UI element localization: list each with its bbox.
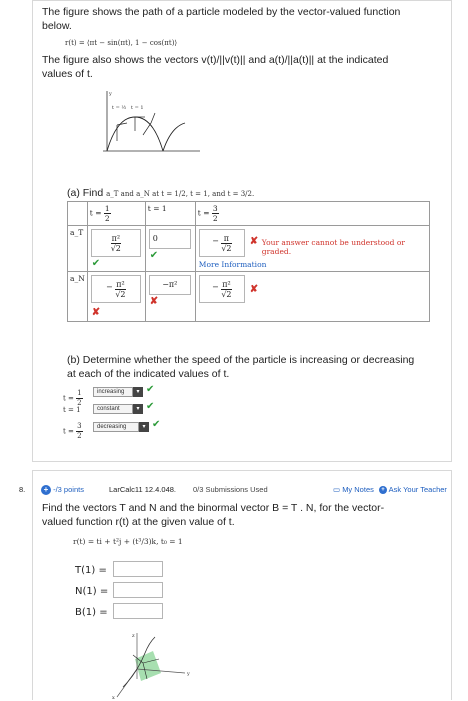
header-t-three-halves: t = 32 (194, 201, 430, 226)
answer-input-aT-half[interactable]: π² √2 (90, 229, 141, 257)
correct-check-icon: ✔ (146, 384, 155, 395)
question-card-7: The figure shows the path of a particle … (32, 0, 452, 462)
correct-check-icon: ✔ (91, 258, 101, 269)
header-t-half: t = 12 (86, 201, 146, 226)
speed-select-half[interactable]: increasing ▾ (93, 387, 143, 397)
part-a-prompt: (a) Find a_T and a_N at t = 1/2, t = 1, … (67, 187, 255, 199)
more-information-link[interactable]: More Information (199, 260, 267, 269)
y-axis-label: y (108, 91, 112, 97)
incorrect-x-icon: ✘ (91, 307, 101, 318)
cell-aN-half: − π² √2 ✘ (86, 271, 146, 322)
question-number: 8. (19, 485, 26, 494)
y-axis-label: y (186, 671, 190, 677)
cell-aT-three-halves: − π √2 ✘ Your answer cannot be understood… (194, 225, 430, 272)
correct-check-icon: ✔ (152, 419, 161, 430)
particle-path-figure: y t = ½ t = 1 (103, 91, 200, 152)
ask-teacher-button[interactable]: + Ask Your Teacher (379, 485, 447, 495)
plus-icon: + (41, 485, 51, 496)
part-b-prompt: (b) Determine whether the speed of the p… (67, 354, 415, 380)
incorrect-x-icon: ✘ (249, 284, 259, 295)
label-N: N(1) = (75, 586, 109, 597)
label-B: B(1) = (75, 607, 108, 618)
chevron-down-icon: ▾ (139, 422, 149, 432)
figure-description: The figure also shows the vectors v(t)/|… (42, 54, 389, 80)
t-half-label: t = ½ (112, 104, 126, 111)
incorrect-x-icon: ✘ (249, 236, 259, 247)
submissions-used: 0/3 Submissions Used (193, 485, 268, 494)
answer-input-aT-three-halves[interactable]: − π √2 (198, 229, 245, 257)
3d-curve-figure: z y x (112, 633, 190, 701)
speed-select-one[interactable]: constant ▾ (93, 404, 143, 414)
cell-aT-one: 0 ✔ (144, 225, 196, 272)
intro-text: The figure shows the path of a particle … (42, 6, 401, 32)
incorrect-x-icon: ✘ (149, 296, 159, 307)
speed-select-three-halves[interactable]: decreasing ▾ (93, 422, 149, 432)
cell-aT-half: π² √2 ✔ (86, 225, 146, 272)
answer-input-aT-one[interactable]: 0 (148, 229, 191, 249)
row-label-aT: a_T (67, 225, 88, 272)
t-one-label: t = 1 (131, 105, 144, 111)
answer-input-aN-half[interactable]: − π² √2 (90, 275, 141, 303)
row-label-aN: a_N (67, 271, 88, 322)
input-B[interactable] (113, 603, 163, 619)
answer-input-aN-three-halves[interactable]: − π² √2 (198, 275, 245, 303)
notes-icon: ▭ (333, 485, 341, 494)
cell-aN-one: −π² ✘ (144, 271, 196, 322)
header-t-one: t = 1 (144, 201, 196, 226)
q8-function-formula: r(t) = ti + t²j + (t³/3)k, t₀ = 1 (73, 537, 183, 546)
question-source: LarCalc11 12.4.048. (109, 485, 176, 494)
answer-input-aN-one[interactable]: −π² (148, 275, 191, 295)
correct-check-icon: ✔ (149, 250, 159, 261)
my-notes-link[interactable]: ▭ My Notes (333, 485, 374, 494)
question-card-8: 8. + -/3 points LarCalc11 12.4.048. 0/3 … (19, 470, 452, 701)
chevron-down-icon: ▾ (133, 387, 143, 397)
cell-aN-three-halves: − π² √2 ✘ (194, 271, 430, 322)
plus-icon: + (379, 486, 387, 495)
z-axis-label: z (132, 633, 135, 639)
input-T[interactable] (113, 561, 163, 577)
points-badge: + -/3 points (41, 485, 84, 496)
correct-check-icon: ✔ (146, 401, 155, 412)
error-feedback: Your answer cannot be understood or grad… (261, 238, 405, 256)
answer-table: t = 12 t = 1 t = 32 a_T π² √2 ✔ 0 ✔ − π … (67, 201, 430, 322)
input-N[interactable] (113, 582, 163, 598)
chevron-down-icon: ▾ (133, 404, 143, 414)
label-T: T(1) = (75, 565, 107, 576)
x-axis-label: x (112, 695, 115, 701)
q8-prompt: Find the vectors T and N and the binorma… (42, 502, 385, 528)
vector-function-formula: r(t) = ⟨πt − sin(πt), 1 − cos(πt)⟩ (65, 39, 178, 47)
